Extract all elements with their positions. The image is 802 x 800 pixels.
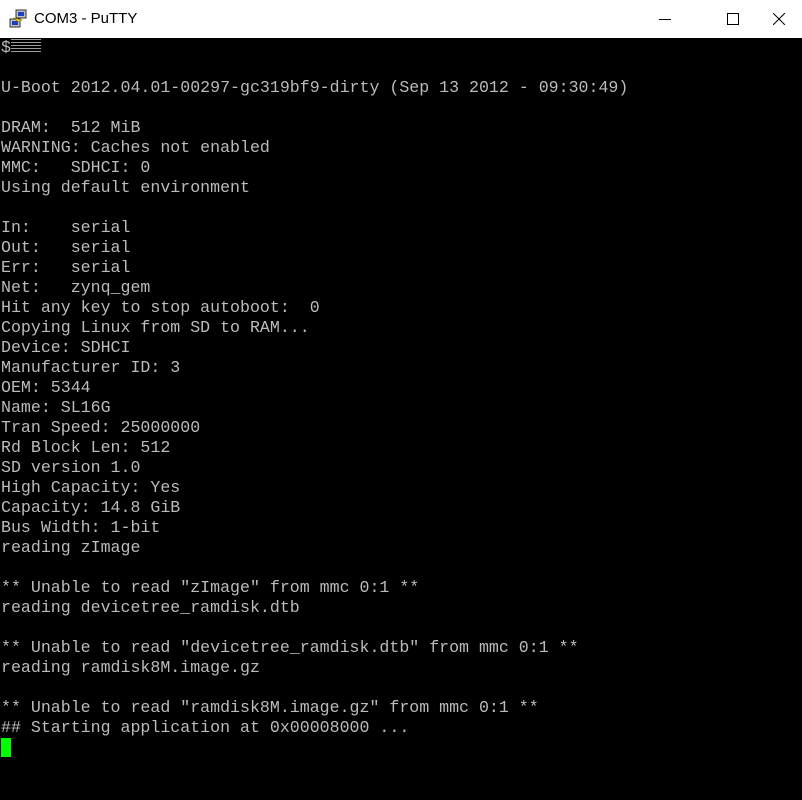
terminal-line: reading devicetree_ramdisk.dtb (1, 598, 300, 617)
terminal-line: Name: SL16G (1, 398, 111, 417)
terminal-line: In: serial (1, 218, 131, 237)
minimize-button[interactable] (642, 0, 688, 38)
close-button[interactable] (756, 0, 802, 38)
terminal-line: Tran Speed: 25000000 (1, 418, 201, 437)
terminal-line: MMC: SDHCI: 0 (1, 158, 151, 177)
terminal-line: High Capacity: Yes (1, 478, 181, 497)
terminal-line: reading ramdisk8M.image.gz (1, 658, 260, 677)
close-icon (773, 13, 785, 25)
terminal-line: Device: SDHCI (1, 338, 131, 357)
terminal-line: SD version 1.0 (1, 458, 141, 477)
terminal-line: Net: zynq_gem (1, 278, 151, 297)
title-bar[interactable]: COM3 - PuTTY (0, 0, 802, 38)
prompt-symbol: $ (1, 38, 11, 57)
terminal-line: ** Unable to read "ramdisk8M.image.gz" f… (1, 698, 539, 717)
terminal-line: Bus Width: 1-bit (1, 518, 161, 537)
maximize-button[interactable] (710, 0, 756, 38)
terminal-line: Copying Linux from SD to RAM... (1, 318, 310, 337)
terminal-line: ** Unable to read "zImage" from mmc 0:1 … (1, 578, 420, 597)
terminal-screen[interactable]: $ U-Boot 2012.04.01-00297-gc319bf9-dirty… (0, 38, 802, 800)
maximize-icon (727, 13, 739, 25)
terminal-cursor (1, 738, 11, 757)
terminal-line: ## Starting application at 0x00008000 ..… (1, 718, 410, 737)
terminal-line: DRAM: 512 MiB (1, 118, 141, 137)
terminal-line-prompt: $ (1, 38, 41, 58)
terminal-line: Out: serial (1, 238, 131, 257)
terminal-line: reading zImage (1, 538, 141, 557)
terminal-line: Manufacturer ID: 3 (1, 358, 181, 377)
terminal-line: Err: serial (1, 258, 131, 277)
terminal-line: Capacity: 14.8 GiB (1, 498, 181, 517)
terminal-line: Using default environment (1, 178, 250, 197)
terminal-line: ** Unable to read "devicetree_ramdisk.dt… (1, 638, 579, 657)
terminal-line: Rd Block Len: 512 (1, 438, 171, 457)
minimize-icon (659, 19, 671, 20)
terminal-line: WARNING: Caches not enabled (1, 138, 270, 157)
terminal-line: Hit any key to stop autoboot: 0 (1, 298, 320, 317)
putty-icon (9, 9, 27, 28)
garbled-characters (10, 39, 41, 53)
terminal-line: OEM: 5344 (1, 378, 91, 397)
window-title: COM3 - PuTTY (34, 10, 138, 27)
terminal-line: U-Boot 2012.04.01-00297-gc319bf9-dirty (… (1, 78, 629, 97)
